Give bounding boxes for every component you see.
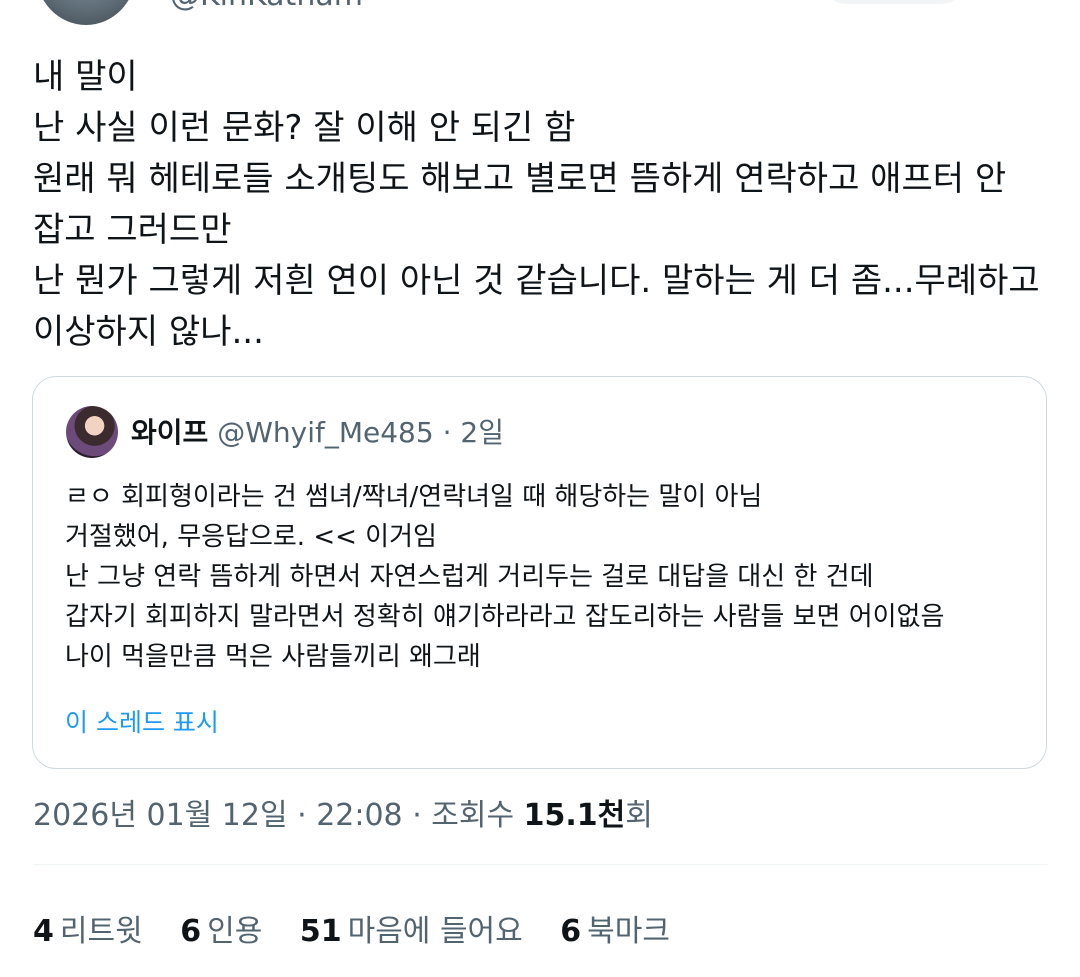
quoted-tweet-card[interactable]: 와이프 @Whyif_Me485 · 2일 ㄹㅇ 회피형이라는 건 썸녀/짝녀/… — [32, 376, 1047, 769]
quotes-count: 6 — [180, 914, 202, 949]
tweet-time[interactable]: 22:08 — [316, 798, 402, 833]
quoted-tweet-text: ㄹㅇ 회피형이라는 건 썸녀/짝녀/연락녀일 때 해당하는 말이 아님 거절했어… — [65, 477, 1025, 677]
engagement-stats: 4 리트윗 6 인용 51 마음에 들어요 6 북마크 — [33, 906, 698, 950]
quoted-tweet-time[interactable]: 2일 — [460, 416, 504, 449]
quoted-tweet-line: 나이 먹을만큼 먹은 사람들끼리 왜그래 — [65, 642, 481, 672]
views-count: 15.1천 — [523, 798, 626, 833]
retweets-label: 리트윗 — [59, 914, 143, 949]
tweet-date[interactable]: 2026년 01월 12일 — [33, 798, 288, 833]
separator-dot: · — [442, 416, 452, 449]
divider — [33, 864, 1048, 865]
views-suffix: 회 — [625, 798, 653, 833]
likes-stat[interactable]: 51 마음에 들어요 — [300, 914, 523, 949]
tweet-meta: 2026년 01월 12일 · 22:08 · 조회수 15.1천회 — [33, 790, 653, 834]
views-label: 조회수 — [431, 798, 524, 833]
tweet-text: 내 말이 난 사실 이런 문화? 잘 이해 안 되긴 함 원래 뭐 헤테로들 소… — [33, 52, 1048, 358]
show-thread-link[interactable]: 이 스레드 표시 — [65, 703, 219, 739]
quotes-stat[interactable]: 6 인용 — [180, 914, 262, 949]
author-avatar[interactable] — [36, 0, 136, 25]
tweet-line: 잡고 그러드만 — [33, 210, 232, 250]
likes-count: 51 — [299, 914, 342, 949]
tweet-line: 난 사실 이런 문화? 잘 이해 안 되긴 함 — [33, 108, 576, 148]
quoted-tweet-header: 와이프 @Whyif_Me485 · 2일 — [131, 411, 504, 451]
tweet-line: 난 뭔가 그렇게 저흰 연이 아닌 것 같습니다. 말하는 게 더 좀...무례… — [33, 261, 1040, 301]
tweet-line: 이상하지 않나... — [33, 312, 264, 352]
likes-label: 마음에 들어요 — [347, 914, 523, 949]
retweets-stat[interactable]: 4 리트윗 — [33, 914, 143, 949]
retweets-count: 4 — [33, 914, 54, 949]
quoted-tweet-line: 갑자기 회피하지 말라면서 정확히 얘기하라라고 잡도리하는 사람들 보면 어이… — [65, 602, 945, 632]
tweet-line: 내 말이 — [33, 57, 138, 97]
bookmarks-label: 북마크 — [587, 914, 670, 949]
quoted-tweet-line: 난 그냥 연락 뜸하게 하면서 자연스럽게 거리두는 걸로 대답을 대신 한 건… — [65, 562, 874, 592]
quoted-author-handle[interactable]: @Whyif_Me485 — [217, 416, 433, 449]
quotes-label: 인용 — [207, 914, 263, 949]
separator-dot: · — [287, 798, 317, 833]
quoted-author-avatar[interactable] — [66, 406, 118, 458]
follow-button[interactable] — [824, 0, 964, 4]
quoted-tweet-line: ㄹㅇ 회피형이라는 건 썸녀/짝녀/연락녀일 때 해당하는 말이 아님 — [65, 482, 763, 512]
bookmarks-stat[interactable]: 6 북마크 — [560, 914, 670, 949]
quoted-author-name[interactable]: 와이프 — [131, 416, 208, 449]
bookmarks-count: 6 — [560, 914, 582, 949]
tweet-line: 원래 뭐 헤테로들 소개팅도 해보고 별로면 뜸하게 연락하고 애프터 안 — [33, 159, 1007, 199]
quoted-tweet-line: 거절했어, 무응답으로. << 이거임 — [65, 522, 437, 552]
separator-dot: · — [402, 798, 432, 833]
author-handle[interactable]: @KinKatnam — [170, 0, 363, 13]
